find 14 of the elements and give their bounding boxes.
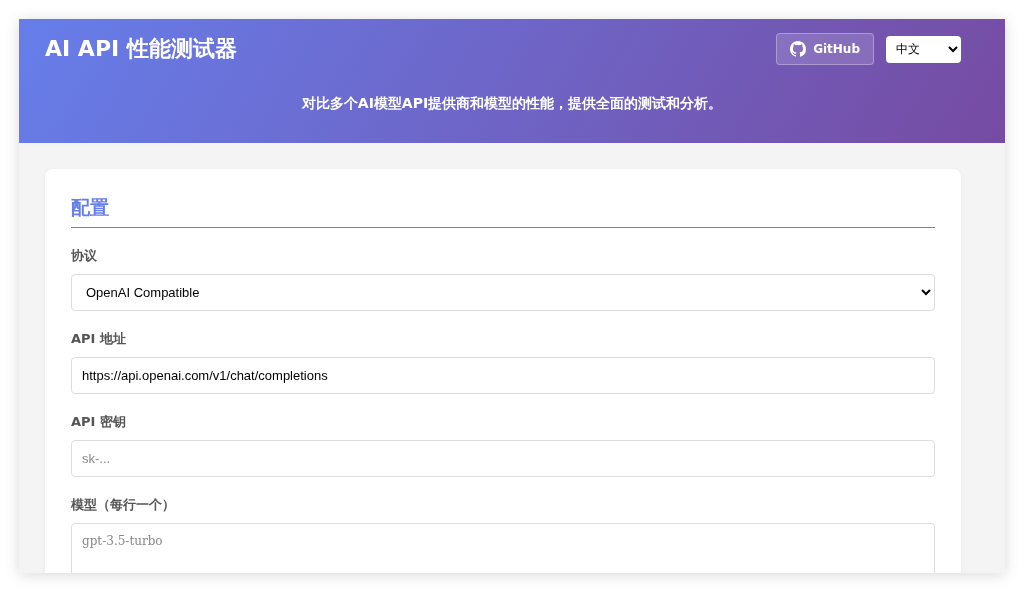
models-textarea[interactable]: gpt-3.5-turbo (71, 523, 935, 573)
field-label: API 地址 (71, 330, 127, 348)
subtitle: 对比多个AI模型API提供商和模型的性能，提供全面的测试和分析。 (300, 95, 724, 113)
text-field[interactable]: https://api.openai.com/v1/chat/completions (71, 357, 935, 394)
github-button[interactable]: GitHub (776, 33, 874, 65)
language-select[interactable]: 中文 (886, 35, 961, 63)
field-label: 协议 (71, 247, 98, 265)
section-heading: 配置 (71, 195, 935, 228)
app-title: AI API 性能测试器 (45, 35, 237, 63)
protocol-select[interactable]: OpenAI Compatible (71, 274, 935, 311)
text-field[interactable]: sk-... (71, 440, 935, 477)
field-label: 模型（每行一个） (71, 496, 176, 514)
field-label: API 密钥 (71, 413, 127, 431)
github-icon (790, 41, 807, 57)
